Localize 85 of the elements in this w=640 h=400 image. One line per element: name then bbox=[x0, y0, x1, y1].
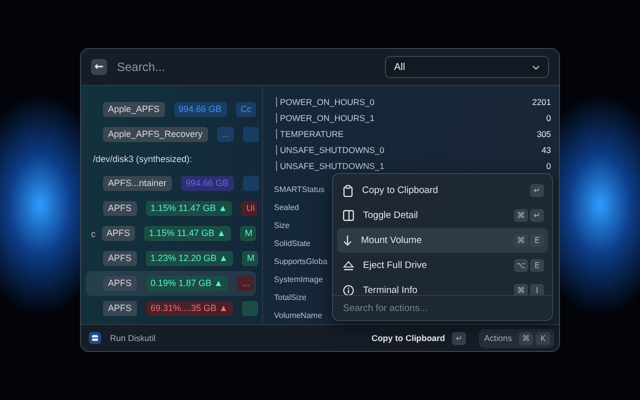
status-tag: Cc bbox=[236, 102, 256, 117]
volume-row[interactable]: APFS...ntainer 994.66 GB bbox=[86, 171, 256, 196]
volume-tag: APFS bbox=[103, 301, 137, 316]
menu-item[interactable]: Terminal Info ⌘ I bbox=[337, 278, 548, 295]
filter-dropdown[interactable]: All bbox=[385, 56, 549, 78]
status-tag: M bbox=[240, 226, 256, 241]
property-label: TotalSize bbox=[274, 292, 306, 304]
metric-value: 43 bbox=[542, 145, 551, 155]
property-label: SMARTStatus bbox=[274, 184, 325, 196]
menu-item[interactable]: Toggle Detail ⌘ ↵ bbox=[337, 203, 548, 228]
eject-icon bbox=[343, 260, 354, 270]
shortcut-key: ↵ bbox=[530, 184, 544, 197]
volume-row[interactable]: APFS 0.19% 1.87 GB ▲ ... bbox=[86, 271, 256, 296]
metric-label: TEMPERATURE bbox=[280, 129, 345, 139]
command-title: Run Diskutil bbox=[110, 333, 156, 343]
chevron-down-icon bbox=[532, 64, 540, 70]
menu-item-label: Toggle Detail bbox=[363, 210, 419, 221]
volume-tag: APFS bbox=[103, 201, 137, 216]
property-label: VolumeName bbox=[274, 310, 322, 322]
property-label: Size bbox=[274, 220, 290, 232]
arrow-down-icon bbox=[343, 235, 352, 246]
menu-item[interactable]: Copy to Clipboard ↵ bbox=[337, 178, 548, 203]
property-label: Sealed bbox=[274, 202, 299, 214]
volume-row[interactable]: APFS 1.15% 11.47 GB ▲ Ui bbox=[86, 196, 256, 221]
action-search-field[interactable]: Search for actions... bbox=[333, 295, 552, 320]
metric-label: POWER_ON_HOURS_0 bbox=[280, 97, 376, 107]
size-tag: 0.19% 1.87 GB ▲ bbox=[146, 276, 228, 291]
info-icon bbox=[343, 285, 354, 295]
volume-row[interactable]: Apple_APFS 994.66 GB Cc bbox=[86, 97, 256, 122]
volume-tag: APFS bbox=[102, 226, 136, 241]
metric-value: 0 bbox=[546, 113, 551, 123]
shortcut-key: ⌘ bbox=[514, 209, 528, 222]
shortcut-key: ↵ bbox=[452, 332, 466, 344]
property-label: SystemImage bbox=[274, 274, 323, 286]
size-tag: 1.23% 12.20 GB ▲ bbox=[146, 251, 233, 266]
volume-tag: APFS bbox=[103, 251, 137, 266]
status-tag: ... bbox=[236, 276, 254, 291]
volume-row[interactable]: Apple_APFS_Recovery ... bbox=[86, 122, 256, 147]
shortcut-key: ⌥ bbox=[514, 259, 528, 272]
shortcut-key: E bbox=[530, 234, 544, 247]
volume-tag: Apple_APFS bbox=[103, 102, 165, 117]
metric-label: UNSAFE_SHUTDOWNS_0 bbox=[280, 145, 386, 155]
actions-button[interactable]: Actions ⌘ K bbox=[479, 328, 554, 348]
menu-item[interactable]: Mount Volume ⌘ E bbox=[337, 228, 548, 253]
shortcut-key: ⌘ bbox=[514, 284, 528, 295]
section-header: /dev/disk3 (synthesized): bbox=[92, 153, 194, 166]
volume-row[interactable]: c APFS 1.15% 11.47 GB ▲ M bbox=[86, 221, 256, 246]
search-field[interactable]: Search... bbox=[115, 59, 377, 75]
size-tag: ... bbox=[216, 127, 234, 142]
status-tag: M bbox=[242, 251, 258, 266]
clipped-text: c bbox=[91, 228, 96, 238]
volume-row[interactable]: APFS 1.23% 12.20 GB ▲ M bbox=[86, 246, 256, 271]
metric-label: UNSAFE_SHUTDOWNS_1 bbox=[280, 161, 386, 171]
menu-item-label: Terminal Info bbox=[363, 285, 418, 295]
metric-value: 0 bbox=[546, 161, 551, 171]
metric-label: POWER_ON_HOURS_1 bbox=[280, 113, 376, 123]
size-tag: 1.15% 11.47 GB ▲ bbox=[146, 201, 232, 216]
shortcut-key: ⌘ bbox=[514, 234, 528, 247]
shortcut-key: I bbox=[530, 284, 544, 295]
status-tag: Ui bbox=[241, 201, 258, 216]
back-button[interactable]: ← bbox=[91, 59, 107, 75]
size-tag: 994.66 GB bbox=[180, 176, 234, 191]
property-label: SupportsGloba bbox=[274, 256, 328, 268]
property-label: SolidState bbox=[274, 238, 310, 250]
volume-tag: APFS bbox=[103, 276, 137, 291]
metric-value: 305 bbox=[536, 129, 551, 139]
shortcut-key: ↵ bbox=[530, 209, 544, 222]
volume-tag: APFS...ntainer bbox=[103, 176, 172, 191]
volume-row[interactable]: APFS 69.31%....35 GB ▲ bbox=[86, 296, 256, 321]
volume-tag: Apple_APFS_Recovery bbox=[103, 127, 208, 142]
metric-value: 2201 bbox=[532, 97, 551, 107]
primary-action-label[interactable]: Copy to Clipboard bbox=[371, 333, 446, 343]
menu-item-label: Mount Volume bbox=[361, 235, 423, 246]
shortcut-key: E bbox=[530, 259, 544, 272]
menu-item-label: Eject Full Drive bbox=[363, 260, 428, 271]
shortcut-key: ⌘ bbox=[519, 332, 533, 344]
size-tag: 994.66 GB bbox=[174, 102, 227, 117]
size-tag: 1.15% 11.47 GB ▲ bbox=[144, 226, 231, 241]
app-icon bbox=[89, 332, 101, 344]
sidebar-icon bbox=[343, 210, 354, 221]
size-tag: 69.31%....35 GB ▲ bbox=[146, 301, 233, 316]
clipboard-icon bbox=[343, 184, 353, 196]
shortcut-key: K bbox=[536, 332, 550, 344]
menu-item-label: Copy to Clipboard bbox=[362, 185, 440, 196]
menu-item[interactable]: Eject Full Drive ⌥ E bbox=[337, 253, 548, 278]
